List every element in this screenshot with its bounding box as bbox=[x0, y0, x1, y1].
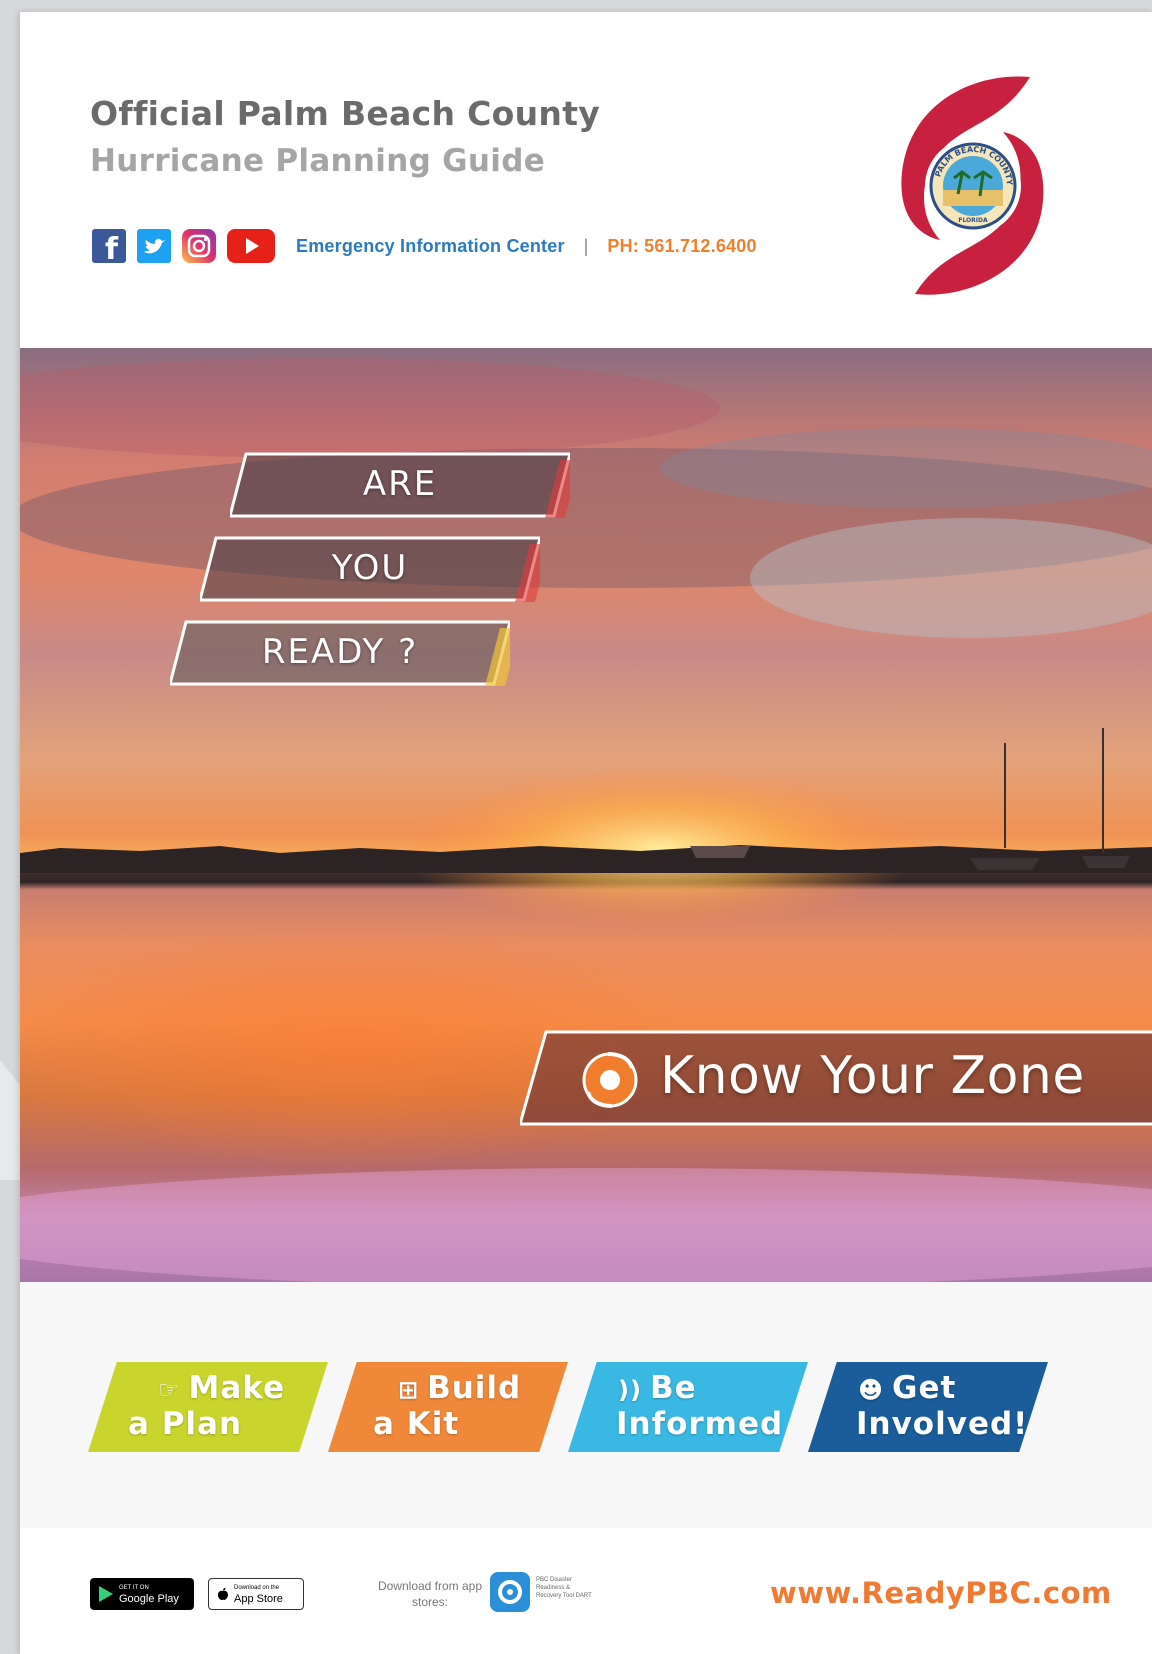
facebook-icon[interactable]: f bbox=[92, 229, 126, 263]
build-a-kit-button[interactable]: ⊞ Build a Kit bbox=[328, 1362, 568, 1452]
a-plan-label: a Plan bbox=[128, 1406, 243, 1442]
dart-app-name: PBC Disaster Readiness & Recovery Tool D… bbox=[536, 1577, 592, 1599]
know-your-zone-button[interactable]: Know Your Zone bbox=[520, 1030, 1152, 1126]
know-your-zone-label: Know Your Zone bbox=[660, 1046, 1085, 1106]
guide-title: Official Palm Beach County bbox=[90, 94, 601, 133]
svg-text:f: f bbox=[105, 232, 119, 263]
a-kit-label: a Kit bbox=[373, 1406, 460, 1442]
twitter-icon[interactable] bbox=[137, 229, 171, 263]
involved-label: Involved! bbox=[856, 1406, 1029, 1442]
build-label: Build bbox=[427, 1370, 522, 1406]
ready-text: READY ? bbox=[261, 632, 419, 672]
sunset-hero-image: ARE YOU READY ? Know Your Zone bbox=[20, 348, 1152, 1282]
google-play-badge[interactable]: GET IT ON Google Play bbox=[90, 1578, 194, 1610]
first-aid-kit-icon: ⊞ bbox=[398, 1376, 420, 1404]
hand-pointer-icon: ☞ bbox=[158, 1376, 181, 1404]
ready-banner: READY ? bbox=[170, 620, 510, 686]
guide-cover: Official Palm Beach County Hurricane Pla… bbox=[20, 12, 1152, 1654]
instagram-icon[interactable] bbox=[182, 229, 216, 263]
hurricane-zone-icon bbox=[582, 1052, 638, 1108]
people-icon: ☻ bbox=[858, 1376, 885, 1404]
action-buttons: ☞ Make a Plan ⊞ Build a Kit )) Be Informed … bbox=[20, 1282, 1152, 1528]
are-text: ARE bbox=[362, 464, 438, 504]
informed-label: Informed bbox=[616, 1406, 784, 1442]
app-store-badge[interactable]: Download on the App Store bbox=[208, 1578, 304, 1610]
footer: GET IT ON Google Play Download on the Ap… bbox=[20, 1528, 1152, 1654]
make-label: Make bbox=[188, 1370, 286, 1406]
county-hurricane-logo: PALM BEACH COUNTY FLORIDA bbox=[880, 72, 1060, 302]
get-label: Get bbox=[892, 1370, 957, 1406]
download-note: Download from app stores: bbox=[377, 1579, 483, 1609]
youtube-icon[interactable] bbox=[227, 229, 275, 263]
are-banner: ARE bbox=[230, 452, 570, 518]
google-play-text: Google Play bbox=[119, 1593, 179, 1605]
guide-subtitle: Hurricane Planning Guide bbox=[90, 143, 546, 179]
social-links: f Emergency Information Center | PH: 561… bbox=[92, 224, 757, 268]
you-banner: YOU bbox=[200, 536, 540, 602]
be-label: Be bbox=[649, 1370, 697, 1406]
phone-number[interactable]: PH: 561.712.6400 bbox=[607, 236, 756, 257]
be-informed-button[interactable]: )) Be Informed bbox=[568, 1362, 808, 1452]
you-text: YOU bbox=[331, 548, 409, 588]
dart-app-icon[interactable] bbox=[490, 1572, 530, 1612]
emergency-info-center-link[interactable]: Emergency Information Center bbox=[296, 236, 565, 257]
make-a-plan-button[interactable]: ☞ Make a Plan bbox=[88, 1362, 328, 1452]
separator: | bbox=[583, 235, 589, 256]
app-store-text: App Store bbox=[234, 1593, 283, 1605]
google-play-icon bbox=[99, 1586, 113, 1602]
get-involved-button[interactable]: ☻ Get Involved! bbox=[808, 1362, 1048, 1452]
website-link[interactable]: www.ReadyPBC.com bbox=[770, 1576, 1112, 1610]
harbor-scene bbox=[20, 358, 1152, 1282]
rss-feed-icon: )) bbox=[618, 1376, 642, 1404]
seal-state: FLORIDA bbox=[958, 217, 988, 224]
apple-icon bbox=[218, 1588, 228, 1600]
hurricane-symbol-icon: PALM BEACH COUNTY FLORIDA bbox=[901, 76, 1044, 295]
